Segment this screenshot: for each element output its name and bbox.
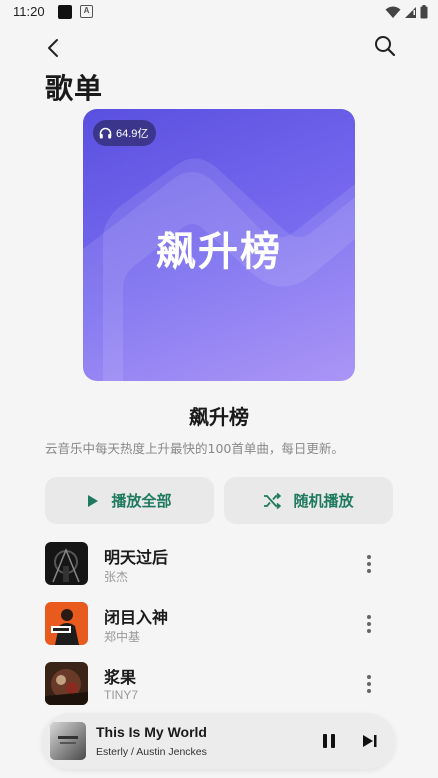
notification-square-icon bbox=[58, 5, 72, 19]
more-vertical-icon[interactable] bbox=[361, 610, 377, 638]
track-artist: TINY7 bbox=[104, 688, 139, 702]
signal-icon bbox=[405, 6, 416, 18]
track-title: 明天过后 bbox=[104, 548, 169, 567]
more-vertical-icon[interactable] bbox=[361, 550, 377, 578]
pause-icon bbox=[323, 734, 335, 748]
track-row[interactable]: 明天过后 张杰 bbox=[45, 542, 393, 586]
track-row[interactable]: 闭目入神 郑中基 bbox=[45, 602, 393, 646]
now-playing-artist: Esterly / Austin Jenckes bbox=[96, 746, 207, 758]
play-count-badge: 64.9亿 bbox=[93, 120, 157, 146]
track-title: 闭目入神 bbox=[104, 608, 169, 627]
battery-icon bbox=[420, 5, 428, 19]
play-all-button[interactable]: 播放全部 bbox=[45, 477, 214, 524]
mini-player[interactable]: This Is My World Esterly / Austin Jencke… bbox=[42, 713, 395, 769]
shuffle-label: 随机播放 bbox=[293, 492, 354, 510]
track-artwork bbox=[45, 542, 88, 585]
track-artwork bbox=[45, 602, 88, 645]
headphones-icon bbox=[99, 127, 112, 139]
status-time: 11:20 bbox=[13, 4, 45, 19]
cover-title: 飙升榜 bbox=[156, 229, 282, 275]
status-bar: 11:20 A bbox=[0, 0, 438, 24]
status-right-icons bbox=[385, 5, 428, 19]
wifi-icon bbox=[385, 6, 401, 18]
now-playing-title: This Is My World bbox=[96, 724, 207, 740]
playlist-description: 云音乐中每天热度上升最快的100首单曲，每日更新。 bbox=[45, 441, 344, 456]
play-count: 64.9亿 bbox=[116, 128, 149, 140]
track-artist: 张杰 bbox=[104, 570, 129, 584]
track-artwork bbox=[45, 662, 88, 705]
track-row[interactable]: 浆果 TINY7 bbox=[45, 662, 393, 706]
playlist-cover[interactable]: 64.9亿 飙升榜 bbox=[83, 109, 355, 381]
play-all-label: 播放全部 bbox=[111, 492, 172, 510]
shuffle-button[interactable]: 随机播放 bbox=[224, 477, 393, 524]
chevron-left-icon bbox=[48, 39, 58, 57]
search-icon bbox=[375, 36, 396, 57]
shuffle-icon bbox=[264, 492, 282, 509]
skip-next-icon bbox=[363, 735, 377, 747]
play-icon bbox=[88, 494, 99, 507]
page-title: 歌单 bbox=[45, 72, 104, 105]
search-button[interactable] bbox=[372, 33, 398, 59]
next-button[interactable] bbox=[359, 730, 381, 752]
notification-badge-icon: A bbox=[80, 5, 93, 18]
now-playing-artwork bbox=[50, 722, 86, 760]
playlist-name: 飙升榜 bbox=[189, 405, 249, 429]
back-button[interactable] bbox=[40, 35, 66, 61]
pause-button[interactable] bbox=[318, 730, 340, 752]
track-title: 浆果 bbox=[104, 668, 137, 687]
more-vertical-icon[interactable] bbox=[361, 670, 377, 698]
track-artist: 郑中基 bbox=[104, 630, 141, 644]
